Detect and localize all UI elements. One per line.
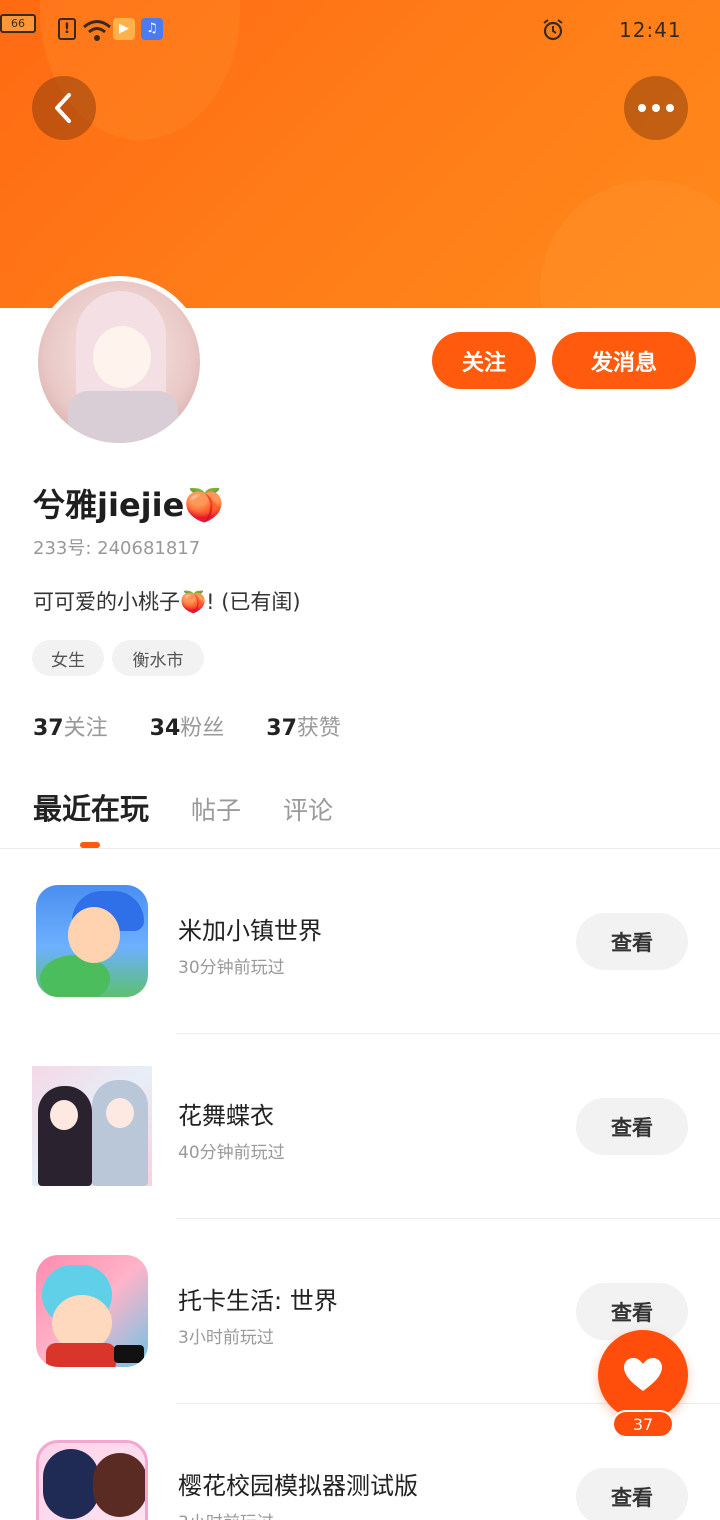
view-game-button[interactable]: 查看 <box>576 1098 688 1155</box>
like-count-badge: 37 <box>612 1410 674 1438</box>
game-name: 托卡生活: 世界 <box>178 1287 338 1315</box>
city-tag: 衡水市 <box>112 640 204 676</box>
video-app-icon: ▶ <box>113 18 135 40</box>
follow-button[interactable]: 关注 <box>432 332 536 389</box>
game-icon <box>36 1440 148 1520</box>
view-game-button[interactable]: 查看 <box>576 913 688 970</box>
fans-count: 34 <box>149 716 181 741</box>
send-message-button[interactable]: 发消息 <box>552 332 696 389</box>
fans-stat[interactable]: 34粉丝 <box>150 710 225 742</box>
user-bio: 可可爱的小桃子🍑! (已有闺) <box>33 590 301 614</box>
tab-comments[interactable]: 评论 <box>283 791 333 827</box>
back-button[interactable] <box>32 76 96 140</box>
alert-icon: ! <box>58 18 76 40</box>
profile-stats: 37关注 34粉丝 37获赞 <box>33 710 341 742</box>
avatar[interactable] <box>33 276 205 448</box>
game-played-time: 40分钟前玩过 <box>178 1143 285 1163</box>
likes-stat[interactable]: 37获赞 <box>266 710 341 742</box>
likes-label: 获赞 <box>296 716 341 741</box>
tab-posts[interactable]: 帖子 <box>191 791 241 827</box>
like-button[interactable] <box>598 1330 688 1420</box>
wifi-icon <box>83 20 111 41</box>
more-options-button[interactable] <box>624 76 688 140</box>
game-icon <box>32 1066 152 1186</box>
profile-tabs: 最近在玩 帖子 评论 <box>33 786 375 828</box>
heart-icon <box>624 1358 662 1391</box>
game-name: 米加小镇世界 <box>178 917 322 945</box>
user-id: 233号: 240681817 <box>33 538 201 559</box>
more-horizontal-icon <box>638 104 674 112</box>
view-game-button[interactable]: 查看 <box>576 1468 688 1520</box>
game-played-time: 30分钟前玩过 <box>178 958 285 978</box>
following-stat[interactable]: 37关注 <box>33 710 108 742</box>
gender-tag: 女生 <box>32 640 104 676</box>
game-icon <box>36 1255 148 1367</box>
game-played-time: 3小时前玩过 <box>178 1328 274 1348</box>
chevron-left-icon <box>55 93 71 123</box>
alarm-icon <box>543 19 563 41</box>
status-bar: ! ▶ ♫ 66 12:41 <box>0 14 720 48</box>
fans-label: 粉丝 <box>180 716 225 741</box>
following-count: 37 <box>33 716 64 741</box>
following-label: 关注 <box>63 716 108 741</box>
list-item[interactable]: 花舞蝶衣 40分钟前玩过 查看 <box>0 1034 720 1219</box>
music-app-icon: ♫ <box>141 18 163 40</box>
game-name: 樱花校园模拟器测试版 <box>178 1472 418 1500</box>
battery-indicator: 66 <box>0 14 36 33</box>
game-icon <box>36 885 148 997</box>
tab-recently-played[interactable]: 最近在玩 <box>33 786 149 828</box>
status-time: 12:41 <box>619 18 682 42</box>
username: 兮雅jiejie🍑 <box>33 486 225 524</box>
game-played-time: 3小时前玩过 <box>178 1508 274 1520</box>
list-item[interactable]: 米加小镇世界 30分钟前玩过 查看 <box>0 849 720 1034</box>
likes-count: 37 <box>266 716 297 741</box>
game-name: 花舞蝶衣 <box>178 1102 274 1130</box>
